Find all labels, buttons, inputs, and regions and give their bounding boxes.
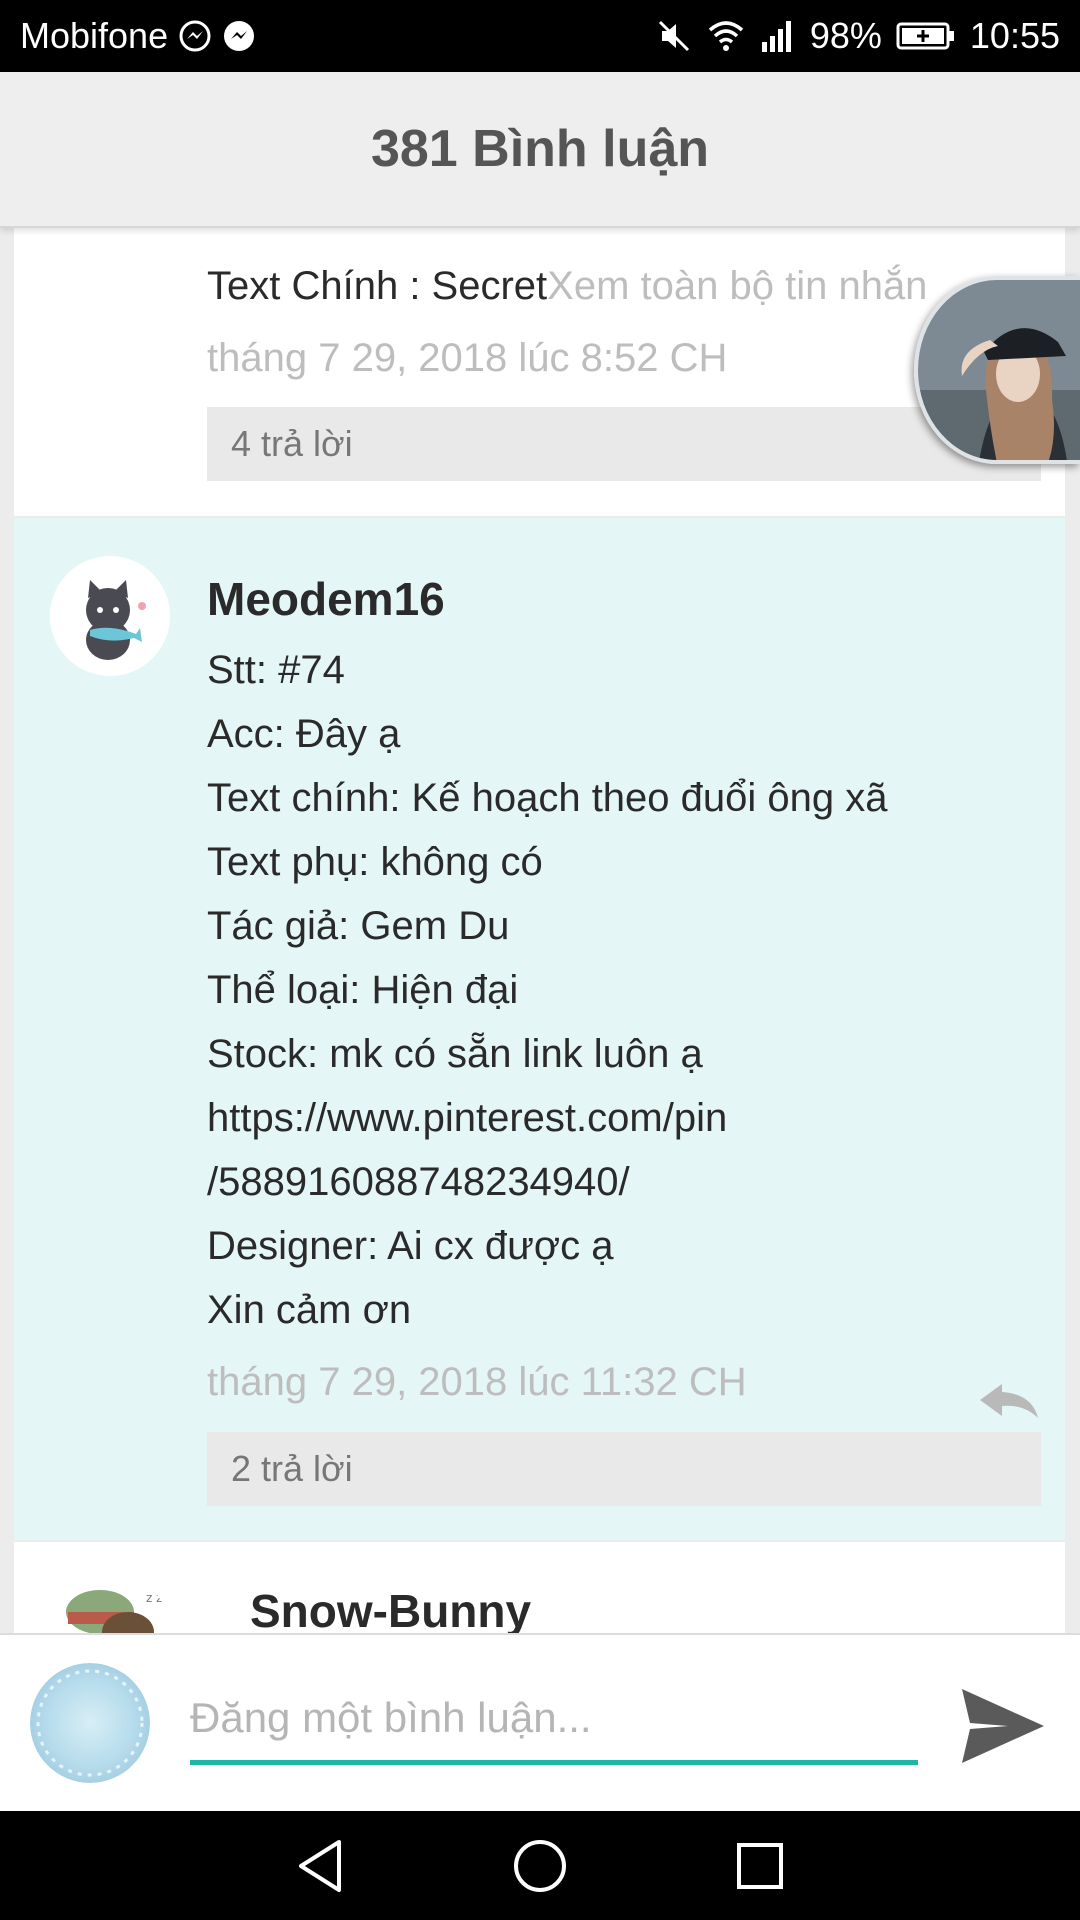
clock: 10:55 [969,15,1060,56]
send-button[interactable] [958,1683,1048,1769]
comment-timestamp: tháng 7 29, 2018 lúc 11:32 CH [207,1360,747,1404]
comment-username[interactable]: Meodem16 [207,572,445,626]
comment-list[interactable]: Text Chính : SecretXem toàn bộ tin nhắn … [0,228,1080,1633]
back-icon[interactable] [285,1831,355,1901]
battery-icon [896,21,956,51]
svg-text:z z: z z [146,1591,162,1605]
comments-header: 381 Bình luận [0,72,1080,228]
comment-card: Meodem16 Stt: #74 Acc: Đây ạ Text chính:… [14,518,1065,1540]
user-avatar[interactable] [30,1663,150,1783]
comment-input[interactable] [190,1675,918,1765]
comment-link[interactable]: https://www.pinterest.com/pin [207,1096,727,1141]
home-icon[interactable] [505,1831,575,1901]
signal-icon [760,18,796,54]
page-title: 381 Bình luận [370,120,710,178]
comment-line: Tác giả: Gem Du [207,904,510,948]
comment-line: Acc: Đây ạ [207,712,401,756]
battery-percent: 98% [809,15,882,56]
comment-line: Xin cảm ơn [207,1288,412,1332]
comment-main-text: Text Chính : Secret [207,264,548,308]
comment-line: Text phụ: không có [207,840,543,884]
replies-button[interactable]: 2 trả lời [207,1432,1041,1506]
wifi-icon [706,18,746,54]
reply-icon[interactable] [976,1380,1042,1424]
comment-card: Text Chính : SecretXem toàn bộ tin nhắn … [14,228,1065,516]
comment-composer [0,1633,1080,1811]
replies-button[interactable]: 4 trả lời [207,407,1041,481]
comment-line: Stt: #74 [207,648,345,692]
comment-timestamp: tháng 7 29, 2018 lúc 8:52 CH [207,336,728,380]
comment-line: Thể loại: Hiện đại [207,968,519,1012]
comment-card: z z Snow-Bunny [14,1542,1065,1633]
comment-line: Stock: mk có sẵn link luôn ạ [207,1032,703,1076]
status-bar: Mobifone 98% 10:55 [0,0,1080,72]
messenger-icon [178,19,212,53]
mute-icon [656,18,692,54]
recents-icon[interactable] [725,1831,795,1901]
messenger-icon [222,19,256,53]
avatar[interactable] [50,556,170,676]
floating-chat-head[interactable] [914,276,1080,464]
comment-line: Text chính: Kế hoạch theo đuổi ông xã [207,776,888,820]
see-more-link[interactable]: Xem toàn bộ tin nhắn [547,264,927,308]
comment-text: Text Chính : SecretXem toàn bộ tin nhắn [207,264,927,309]
comment-link[interactable]: /588916088748234940/ [207,1160,630,1205]
avatar[interactable]: z z [50,1572,170,1633]
comment-line: Designer: Ai cx được ạ [207,1224,614,1268]
comment-username[interactable]: Snow-Bunny [250,1584,531,1633]
carrier-label: Mobifone [20,15,169,56]
system-nav-bar [0,1811,1080,1920]
